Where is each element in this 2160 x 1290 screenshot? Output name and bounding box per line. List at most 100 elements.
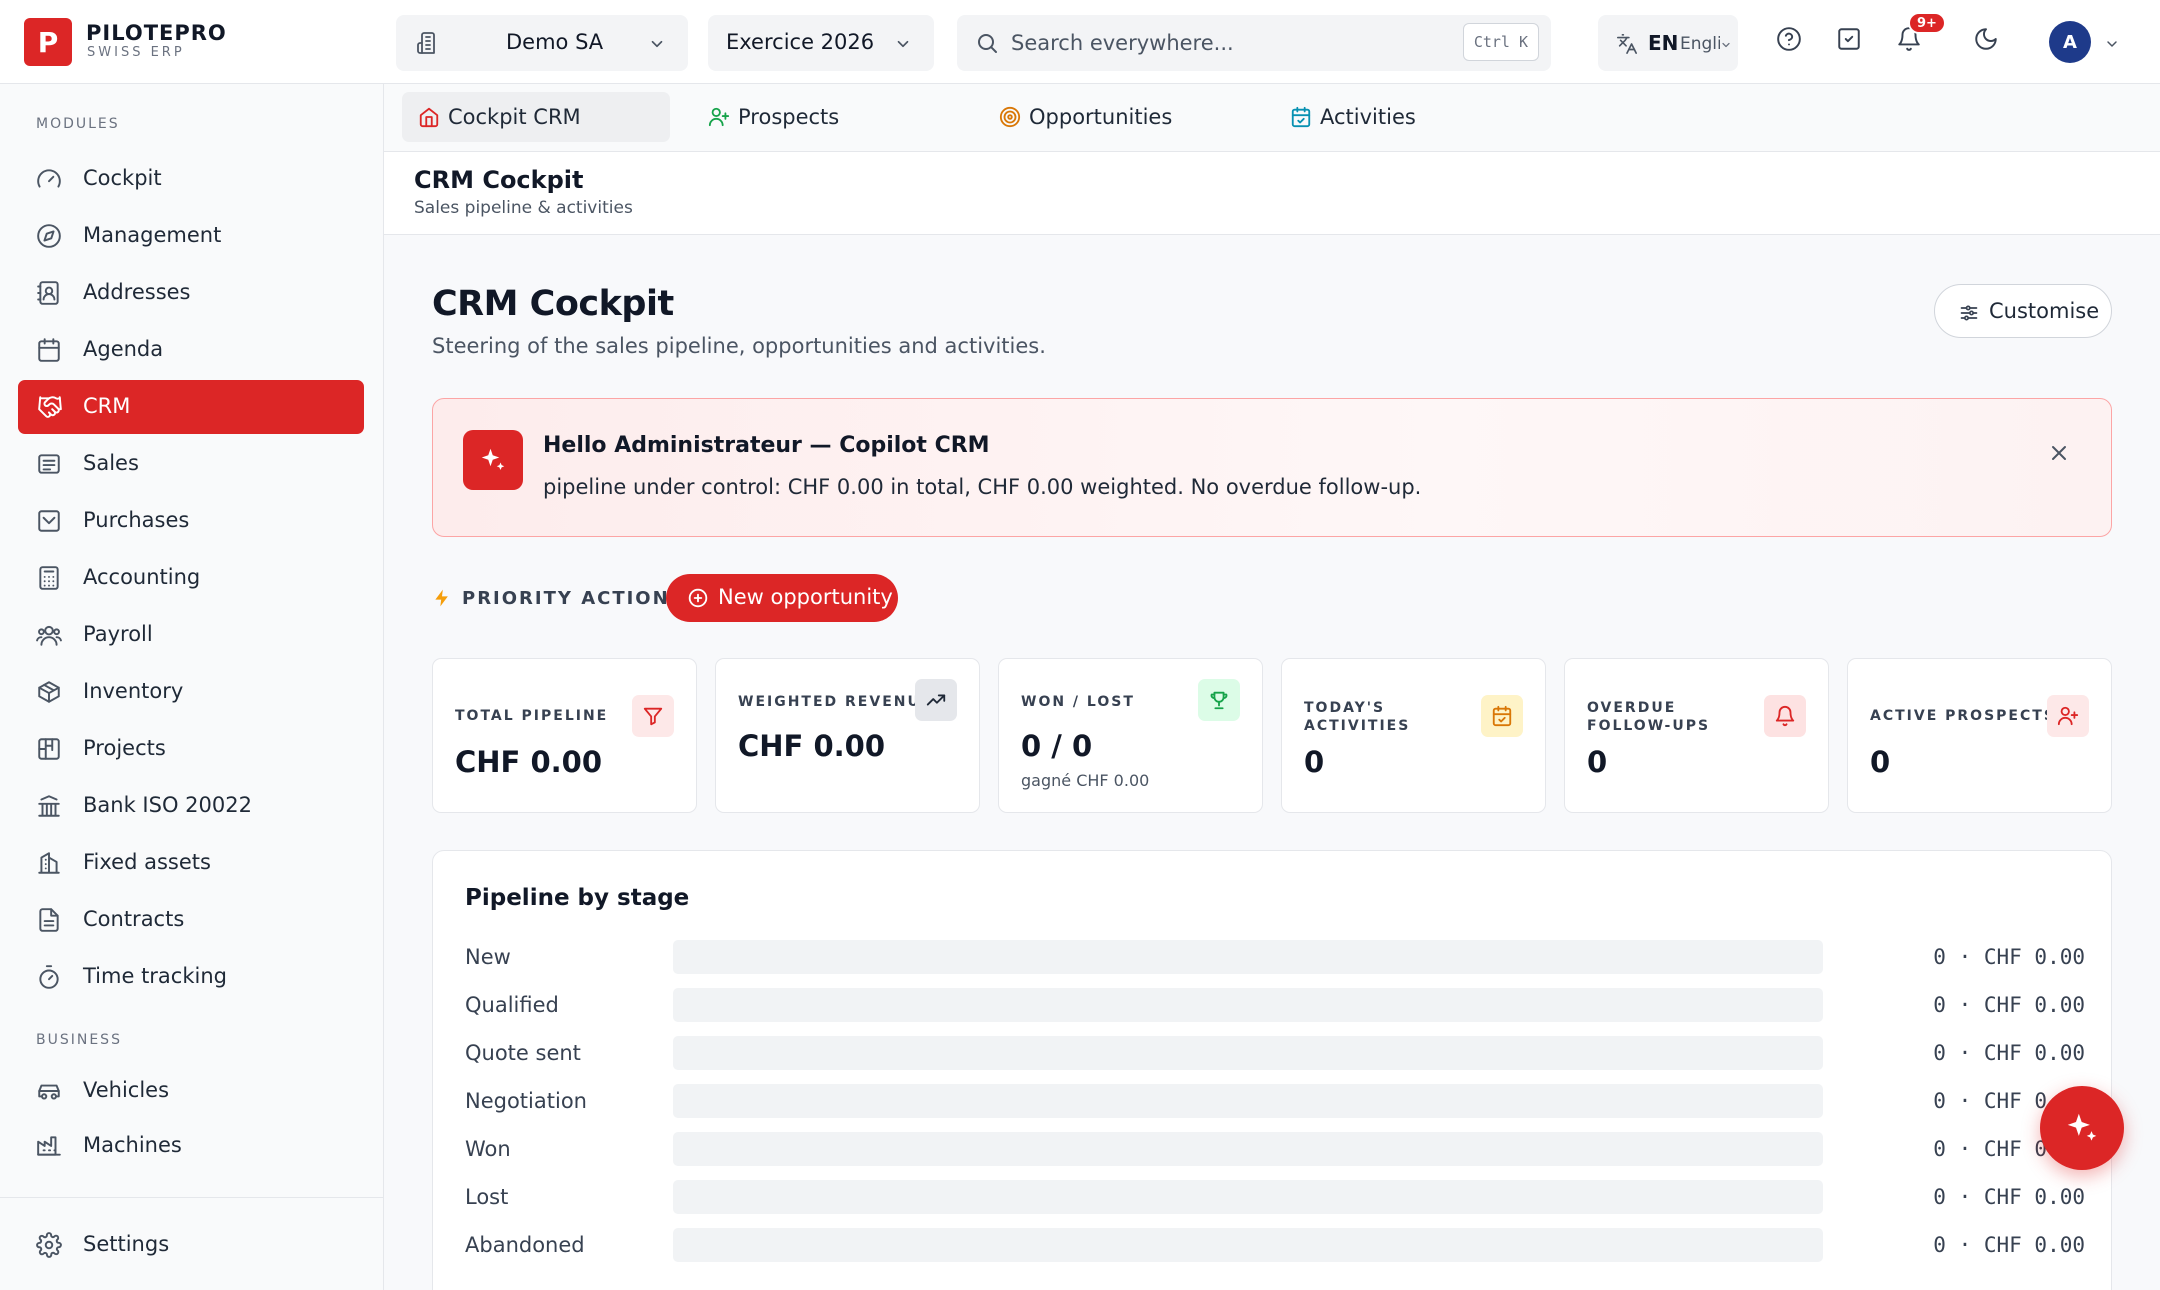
kpi-won-lost[interactable]: WON / LOST 0 / 0 gagné CHF 0.00 [998, 658, 1263, 813]
stage-name: Qualified [465, 993, 559, 1017]
home-icon [418, 106, 440, 128]
fiscal-year-select[interactable]: Exercice 2026 [708, 15, 934, 71]
sidebar-item-fixed-assets[interactable]: Fixed assets [18, 836, 364, 890]
sidebar-item-settings[interactable]: Settings [18, 1218, 364, 1272]
company-select[interactable]: Demo SA [396, 15, 688, 71]
help-icon[interactable] [1776, 26, 1802, 52]
stage-value: 0 · CHF 0.00 [1933, 1041, 2085, 1065]
language-code: EN [1648, 31, 1679, 55]
handshake-icon [36, 394, 64, 420]
stage-value: 0 · CHF 0.00 [1933, 1185, 2085, 1209]
search-input[interactable] [1011, 25, 1451, 61]
sidebar-item-label: Projects [83, 736, 166, 760]
fiscal-year-value: Exercice 2026 [726, 30, 875, 54]
kpi-label: TOTAL PIPELINE [455, 708, 609, 724]
language-select[interactable]: EN English [1598, 15, 1738, 71]
sidebar-item-projects[interactable]: Projects [18, 722, 364, 776]
dark-mode-moon-icon[interactable] [1973, 26, 1999, 52]
tab-activities[interactable]: Activities [1274, 92, 1494, 142]
sidebar-item-vehicles[interactable]: Vehicles [18, 1064, 364, 1118]
tab-prospects[interactable]: Prospects [692, 92, 932, 142]
tab-cockpit-crm[interactable]: Cockpit CRM [402, 92, 670, 142]
sidebar-item-cockpit[interactable]: Cockpit [18, 152, 364, 206]
package-icon [36, 679, 62, 705]
chevron-down-icon[interactable] [2104, 36, 2120, 52]
sidebar-item-accounting[interactable]: Accounting [18, 551, 364, 605]
sidebar-item-contracts[interactable]: Contracts [18, 893, 364, 947]
sparkles-icon [2063, 1109, 2101, 1147]
sidebar-section-modules: MODULES [36, 116, 120, 132]
customise-button[interactable]: Customise [1934, 284, 2112, 338]
sidebar-item-label: CRM [83, 394, 131, 418]
sidebar-item-time-tracking[interactable]: Time tracking [18, 950, 364, 1004]
target-icon [999, 106, 1021, 128]
kpi-label: OVERDUE FOLLOW-UPS [1587, 700, 1711, 734]
stage-name: Abandoned [465, 1233, 585, 1257]
chevron-down-icon [648, 35, 666, 53]
kpi-label: TODAY'S ACTIVITIES [1304, 700, 1411, 734]
stage-bar [673, 1180, 1823, 1214]
copilot-fab-button[interactable] [2040, 1086, 2124, 1170]
trophy-icon [1198, 679, 1240, 721]
kpi-label: WON / LOST [1021, 694, 1135, 710]
kpi-todays-activities[interactable]: TODAY'S ACTIVITIES 0 [1281, 658, 1546, 813]
tasks-checkbox-icon[interactable] [1836, 26, 1862, 52]
stage-value: 0 · CHF 0.00 [1933, 945, 2085, 969]
gauge-icon [36, 166, 62, 192]
sidebar-item-purchases[interactable]: Purchases [18, 494, 364, 548]
sidebar-item-sales[interactable]: Sales [18, 437, 364, 491]
stage-bar [673, 1132, 1823, 1166]
page-header-subtitle: Sales pipeline & activities [414, 198, 633, 218]
sidebar-item-agenda[interactable]: Agenda [18, 323, 364, 377]
users-icon [36, 622, 62, 648]
stage-row[interactable]: Won 0 · CHF 0.00 [465, 1131, 2085, 1167]
kpi-overdue-follow-ups[interactable]: OVERDUE FOLLOW-UPS 0 [1564, 658, 1829, 813]
close-icon[interactable] [2047, 441, 2071, 465]
chevron-down-icon [894, 35, 912, 53]
stage-name: Lost [465, 1185, 509, 1209]
car-icon [36, 1078, 62, 1104]
sidebar-item-label: Cockpit [83, 166, 162, 190]
stage-row[interactable]: Negotiation 0 · CHF 0.00 [465, 1083, 2085, 1119]
sidebar-item-label: Payroll [83, 622, 153, 646]
document-icon [36, 907, 62, 933]
contact-book-icon [36, 280, 62, 306]
sidebar-item-label: Machines [83, 1133, 182, 1157]
stage-row[interactable]: Abandoned 0 · CHF 0.00 [465, 1227, 2085, 1263]
sidebar-item-bank[interactable]: Bank ISO 20022 [18, 779, 364, 833]
global-search[interactable]: Ctrl K [957, 15, 1551, 71]
tab-opportunities[interactable]: Opportunities [983, 92, 1243, 142]
stage-row[interactable]: Lost 0 · CHF 0.00 [465, 1179, 2085, 1215]
banner-title: Hello Administrateur — Copilot CRM [543, 433, 990, 458]
tab-label: Opportunities [1029, 105, 1173, 129]
stage-name: Negotiation [465, 1089, 587, 1113]
new-opportunity-button[interactable]: New opportunity [666, 574, 898, 622]
stage-row[interactable]: Qualified 0 · CHF 0.00 [465, 987, 2085, 1023]
sidebar-item-machines[interactable]: Machines [18, 1119, 364, 1173]
sidebar-item-addresses[interactable]: Addresses [18, 266, 364, 320]
stage-row[interactable]: Quote sent 0 · CHF 0.00 [465, 1035, 2085, 1071]
stage-row[interactable]: New 0 · CHF 0.00 [465, 939, 2085, 975]
page-header: CRM Cockpit Sales pipeline & activities [384, 152, 2160, 235]
app-logo[interactable]: P [24, 18, 72, 66]
kpi-weighted-revenue[interactable]: WEIGHTED REVENUE CHF 0.00 [715, 658, 980, 813]
sidebar-item-payroll[interactable]: Payroll [18, 608, 364, 662]
new-opportunity-label: New opportunity [718, 585, 893, 609]
copilot-banner: Hello Administrateur — Copilot CRM pipel… [432, 398, 2112, 537]
kpi-active-prospects[interactable]: ACTIVE PROSPECTS 0 [1847, 658, 2112, 813]
sidebar-item-management[interactable]: Management [18, 209, 364, 263]
sidebar-item-inventory[interactable]: Inventory [18, 665, 364, 719]
plus-circle-icon [688, 588, 708, 608]
kpi-total-pipeline[interactable]: TOTAL PIPELINE CHF 0.00 [432, 658, 697, 813]
stage-bar [673, 1036, 1823, 1070]
sidebar-item-label: Accounting [83, 565, 201, 589]
brand-name: PILOTEPRO [86, 21, 227, 45]
sidebar-item-label: Bank ISO 20022 [83, 793, 252, 817]
sidebar-item-label: Contracts [83, 907, 185, 931]
bell-icon [1764, 695, 1806, 737]
sidebar-item-crm[interactable]: CRM [18, 380, 364, 434]
page-header-title: CRM Cockpit [414, 166, 584, 194]
user-plus-icon [708, 106, 730, 128]
user-avatar[interactable]: A [2049, 21, 2091, 63]
building-icon [416, 31, 440, 55]
